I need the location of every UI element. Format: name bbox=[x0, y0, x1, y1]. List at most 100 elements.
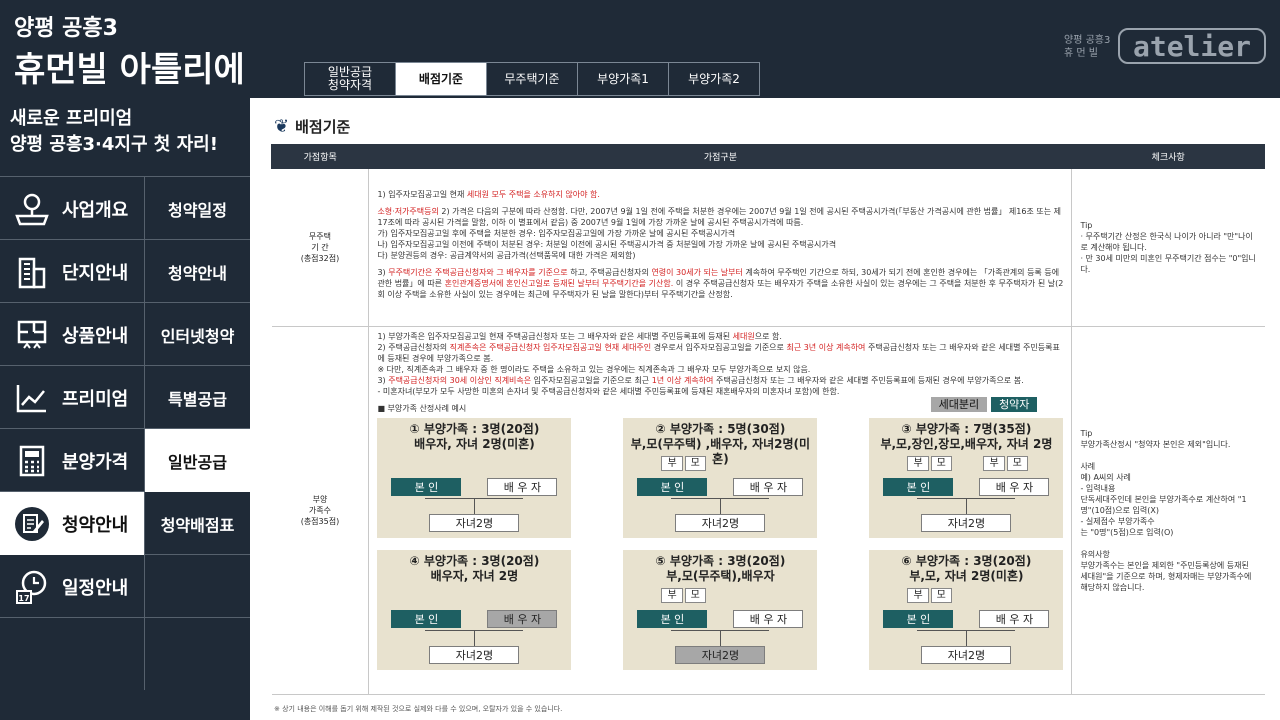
chart-line-icon bbox=[10, 378, 54, 418]
card-subtitle: 부,모(무주택),배우자 bbox=[666, 569, 775, 583]
example-card: ③ 부양가족 : 7명(35점) 부,모,장인,장모,배우자, 자녀 2명 부 모 부 모… bbox=[869, 418, 1064, 538]
tab-dependents-1[interactable]: 부양가족1 bbox=[577, 62, 669, 96]
in-laws-group: 부모 bbox=[983, 456, 1029, 471]
menu-row: 단지안내 청약안내 bbox=[0, 239, 250, 303]
card-title: ⑥ 부양가족 : 3명(20점) bbox=[901, 554, 1032, 568]
menu-business-overview[interactable]: 사업개요 bbox=[0, 177, 145, 240]
children-box: 자녀2명 bbox=[675, 514, 766, 532]
top-bar: 양평 공흥3 휴먼빌 아틀리에 일반공급 청약자격 배점기준 무주택기준 부양가… bbox=[0, 0, 1280, 98]
parent-badge: 모 bbox=[684, 456, 706, 471]
in-law-badge: 부 bbox=[983, 456, 1005, 471]
card-title: ② 부양가족 : 5명(30점) bbox=[655, 422, 786, 436]
row-desc-homeless: 1) 입주자모집공고일 현재 세대원 모두 주택을 소유하지 않아야 함. 소형… bbox=[368, 168, 1072, 327]
in-law-badge: 모 bbox=[1006, 456, 1028, 471]
menu-row: 프리미엄 특별공급 bbox=[0, 365, 250, 429]
logo-small-text: 양평 공흥3 휴 먼 빌 bbox=[1064, 35, 1111, 59]
row-label-dependents: 부양 가족수 (총점35점) bbox=[271, 326, 370, 695]
parents-group: 부모 bbox=[661, 588, 707, 603]
example-card: ② 부양가족 : 5명(30점) 부,모(무주택) ,배우자, 자녀2명(미혼) 부… bbox=[623, 418, 818, 538]
card-subtitle: 배우자, 자녀 2명 bbox=[430, 569, 519, 583]
menu-complex-guide[interactable]: 단지안내 bbox=[0, 240, 145, 303]
parent-badge: 모 bbox=[930, 588, 952, 603]
atelier-logo: atelier bbox=[1118, 28, 1266, 64]
tab-scoring-criteria[interactable]: 배점기준 bbox=[395, 62, 487, 96]
menu-sale-price[interactable]: 분양가격 bbox=[0, 429, 145, 492]
card-title: ④ 부양가족 : 3명(20점) bbox=[409, 554, 540, 568]
tag-applicant: 청약자 bbox=[991, 397, 1038, 412]
spouse-box: 배 우 자 bbox=[979, 610, 1050, 628]
parent-badge: 부 bbox=[907, 588, 929, 603]
menu-premium[interactable]: 프리미엄 bbox=[0, 366, 145, 429]
parent-badge: 부 bbox=[661, 456, 683, 471]
card-subtitle: 배우자, 자녀 2명(미혼) bbox=[414, 437, 535, 451]
header-item: 가점항목 bbox=[270, 144, 370, 169]
map-pin-icon bbox=[10, 189, 54, 229]
parent-badge: 부 bbox=[661, 588, 683, 603]
menu-row: 사업개요 청약일정 bbox=[0, 176, 250, 240]
menu-product-guide[interactable]: 상품안내 bbox=[0, 303, 145, 366]
parent-badge: 부 bbox=[907, 456, 929, 471]
children-box: 자녀2명 bbox=[921, 646, 1012, 664]
menu-row-blank bbox=[0, 617, 250, 690]
floorplan-icon bbox=[10, 315, 54, 355]
menu-row: 분양가격 일반공급 bbox=[0, 428, 250, 492]
menu-scoring-table[interactable]: 청약배점표 bbox=[145, 492, 250, 555]
self-box: 본 인 bbox=[883, 478, 954, 496]
sidebar-headline: 새로운 프리미엄 양평 공흥3·4지구 첫 자리! bbox=[10, 108, 218, 155]
footnote: ※ 상기 내용은 이해를 돕기 위해 제작된 것으로 실제와 다를 수 있으며,… bbox=[274, 705, 563, 713]
menu-internet-subscription[interactable]: 인터넷청약 bbox=[145, 303, 250, 366]
spouse-box: 배 우 자 bbox=[733, 478, 804, 496]
connector-line bbox=[720, 498, 722, 514]
row-desc-dependents: 1) 부양가족은 입주자모집공고일 현재 주택공급신청자 또는 그 배우자와 같… bbox=[368, 326, 1072, 695]
connector-line bbox=[966, 630, 968, 646]
spouse-box: 배 우 자 bbox=[487, 610, 558, 628]
menu-general-supply[interactable]: 일반공급 bbox=[145, 429, 250, 492]
card-subtitle: 부,모, 자녀 2명(미혼) bbox=[909, 569, 1024, 583]
card-title: ⑤ 부양가족 : 3명(20점) bbox=[655, 554, 786, 568]
header-category: 가점구분 bbox=[368, 144, 1073, 169]
self-box: 본 인 bbox=[883, 610, 954, 628]
row-label-homeless: 무주택 기 간 (총점32점) bbox=[271, 168, 370, 327]
menu-subscription-guide[interactable]: 청약안내 bbox=[145, 240, 250, 303]
tag-household-split: 세대분리 bbox=[930, 397, 988, 412]
menu-row: 청약안내 청약배점표 bbox=[0, 491, 250, 555]
menu-subscription-schedule[interactable]: 청약일정 bbox=[145, 177, 250, 240]
menu-blank-left bbox=[0, 618, 145, 690]
calendar-clock-icon: 17 bbox=[10, 567, 54, 607]
tab-dependents-2[interactable]: 부양가족2 bbox=[668, 62, 760, 96]
calculator-icon bbox=[10, 441, 54, 481]
card-title: ③ 부양가족 : 7명(35점) bbox=[901, 422, 1032, 436]
parents-group: 부모 bbox=[907, 588, 953, 603]
tab-bar: 일반공급 청약자격 배점기준 무주택기준 부양가족1 부양가족2 bbox=[304, 62, 760, 96]
example-card: ⑥ 부양가족 : 3명(20점) 부,모, 자녀 2명(미혼) 부 모본 인 배 우 자… bbox=[869, 550, 1064, 670]
table-row: 무주택 기 간 (총점32점) 1) 입주자모집공고일 현재 세대원 모두 주택… bbox=[271, 168, 1265, 327]
self-box: 본 인 bbox=[391, 610, 462, 628]
menu-row: 17 일정안내 bbox=[0, 554, 250, 618]
row-tip-dependents: Tip 부양가족산정시 "청약자 본인은 제외"입니다. 사례 예) A씨의 사… bbox=[1071, 326, 1265, 695]
menu-schedule-guide[interactable]: 17 일정안내 bbox=[0, 555, 145, 618]
row-tip-homeless: Tip · 무주택기간 산정은 한국식 나이가 아니라 "만"나이로 계산해야 … bbox=[1071, 168, 1265, 327]
menu-blank-right bbox=[145, 618, 250, 690]
edit-icon bbox=[10, 504, 54, 544]
children-box: 자녀2명 bbox=[921, 514, 1012, 532]
connector-line bbox=[966, 498, 968, 514]
svg-text:17: 17 bbox=[18, 594, 29, 603]
building-icon bbox=[10, 252, 54, 292]
parent-badge: 모 bbox=[930, 456, 952, 471]
header-checks: 체크사항 bbox=[1071, 144, 1265, 169]
sidebar: 새로운 프리미엄 양평 공흥3·4지구 첫 자리! 사업개요 청약일정 단지안내… bbox=[0, 98, 250, 720]
legend-tags: 세대분리 청약자 bbox=[930, 397, 1038, 412]
spouse-box: 배 우 자 bbox=[979, 478, 1050, 496]
example-card: ⑤ 부양가족 : 3명(20점) 부,모(무주택),배우자 부 모 본 인 배 우 자 자녀… bbox=[623, 550, 818, 670]
connector-line bbox=[720, 630, 722, 646]
menu-special-supply[interactable]: 특별공급 bbox=[145, 366, 250, 429]
menu-row: 상품안내 인터넷청약 bbox=[0, 302, 250, 366]
brand-line2: 휴먼빌 아틀리에 bbox=[14, 50, 245, 90]
menu-subscription-info[interactable]: 청약안내 bbox=[0, 492, 145, 555]
spouse-box: 배 우 자 bbox=[733, 610, 804, 628]
tab-general-supply[interactable]: 일반공급 청약자격 bbox=[304, 62, 396, 96]
scoring-table: 가점항목 가점구분 체크사항 무주택 기 간 (총점32점) 1) 입주자모집공… bbox=[270, 144, 1265, 695]
parent-badge: 모 bbox=[684, 588, 706, 603]
main-content: ❦ 배점기준 가점항목 가점구분 체크사항 무주택 기 간 (총점32점) 1)… bbox=[258, 104, 1280, 720]
tab-homeless-criteria[interactable]: 무주택기준 bbox=[486, 62, 578, 96]
